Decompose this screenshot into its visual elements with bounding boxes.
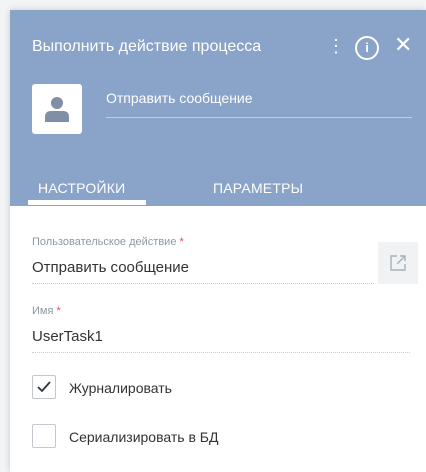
log-checkbox-label[interactable]: Журналировать <box>69 380 172 396</box>
open-action-button[interactable] <box>378 242 418 284</box>
checkmark-icon <box>37 381 51 393</box>
panel-title: Выполнить действие процесса <box>32 38 262 55</box>
more-options-icon[interactable]: ⋮ <box>327 36 345 56</box>
panel-header: Выполнить действие процесса ⋮ i ✕ Отправ… <box>10 10 426 206</box>
required-mark: * <box>179 236 184 248</box>
user-action-label: Пользовательское действие * <box>32 236 184 248</box>
user-action-label-text: Пользовательское действие <box>32 236 177 248</box>
required-mark: * <box>56 305 61 317</box>
user-icon <box>45 97 69 122</box>
process-action-panel: Выполнить действие процесса ⋮ i ✕ Отправ… <box>10 10 426 472</box>
element-avatar[interactable] <box>32 84 82 134</box>
close-icon[interactable]: ✕ <box>394 34 412 56</box>
tab-parameters[interactable]: ПАРАМЕТРЫ <box>213 180 303 196</box>
open-external-icon <box>390 255 406 271</box>
log-checkbox[interactable] <box>32 375 56 399</box>
tab-settings[interactable]: НАСТРОЙКИ <box>38 180 125 196</box>
name-label: Имя * <box>32 305 61 317</box>
name-underline <box>32 352 410 353</box>
active-tab-indicator <box>28 200 146 205</box>
serialize-checkbox[interactable] <box>32 424 56 448</box>
name-value[interactable]: UserTask1 <box>32 328 103 345</box>
serialize-checkbox-label[interactable]: Сериализировать в БД <box>69 429 218 445</box>
name-label-text: Имя <box>32 305 54 317</box>
user-action-value[interactable]: Отправить сообщение <box>32 259 189 276</box>
element-name-field[interactable]: Отправить сообщение <box>106 90 412 118</box>
user-action-underline <box>32 283 374 284</box>
info-icon[interactable]: i <box>355 36 379 60</box>
